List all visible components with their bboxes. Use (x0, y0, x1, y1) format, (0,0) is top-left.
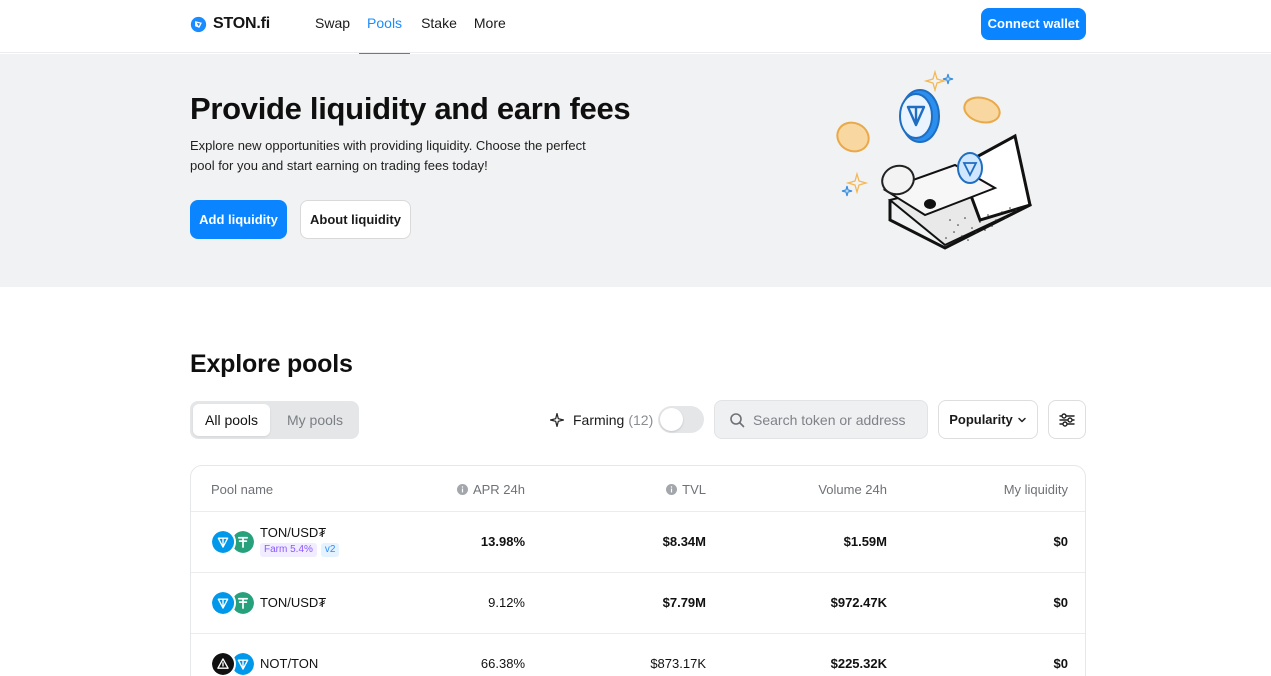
volume-value: $1.59M (843, 534, 887, 549)
token-pair-icons (210, 529, 258, 557)
my-liquidity-value: $0 (1053, 534, 1068, 549)
nav-more[interactable]: More (474, 0, 506, 53)
apr-value: 66.38% (480, 656, 525, 671)
explore-pools-title: Explore pools (190, 350, 353, 378)
about-liquidity-button[interactable]: About liquidity (300, 200, 411, 239)
tvl-value: $7.79M (662, 595, 706, 610)
volume-value: $225.32K (830, 656, 887, 671)
tab-all-pools[interactable]: All pools (193, 404, 270, 436)
farming-count: (12) (628, 412, 654, 428)
logo-text: STON.fi (213, 15, 270, 32)
pools-table: Pool name APR 24h TVL Volume 24h My liqu… (190, 465, 1086, 676)
table-row[interactable]: TON/USD₮ Farm 5.4% v2 13.98% $8.34M $1.5… (191, 512, 1085, 573)
hero-section: Provide liquidity and earn fees Explore … (0, 54, 1271, 287)
col-apr-label: APR 24h (472, 482, 525, 497)
info-icon (456, 484, 468, 495)
chevron-down-icon (1018, 417, 1026, 422)
hero-description: Explore new opportunities with providing… (190, 138, 586, 173)
add-liquidity-button[interactable]: Add liquidity (190, 200, 287, 239)
version-badge: v2 (320, 543, 340, 557)
nav-stake[interactable]: Stake (421, 0, 457, 53)
nav-pools[interactable]: Pools (359, 0, 411, 54)
pair-name: TON/USD₮ (260, 525, 327, 540)
filter-settings-button[interactable] (1048, 400, 1086, 439)
apr-value: 13.98% (480, 534, 525, 549)
col-tvl[interactable]: TVL (666, 482, 706, 497)
pair-name: NOT/TON (260, 656, 319, 671)
search-box[interactable] (714, 400, 928, 439)
connect-wallet-button[interactable]: Connect wallet (981, 8, 1086, 40)
sliders-icon (1059, 412, 1075, 427)
tvl-value: $8.34M (662, 534, 706, 549)
farming-toggle[interactable] (658, 406, 704, 433)
col-volume[interactable]: Volume 24h (818, 482, 887, 497)
my-liquidity-value: $0 (1053, 656, 1068, 671)
table-header: Pool name APR 24h TVL Volume 24h My liqu… (191, 466, 1085, 512)
apr-value: 9.12% (488, 595, 525, 610)
my-liquidity-value: $0 (1053, 595, 1068, 610)
farming-filter: Farming (12) (550, 409, 653, 431)
token-pair-icons (210, 590, 258, 618)
ston-logo-icon (190, 16, 207, 32)
not-icon (210, 651, 236, 676)
top-header: STON.fi Swap Pools Stake More Connect wa… (0, 0, 1271, 54)
sort-dropdown[interactable]: Popularity (938, 400, 1038, 439)
search-input[interactable] (753, 411, 923, 428)
pool-badges: Farm 5.4% v2 (260, 543, 340, 557)
info-icon (666, 484, 678, 495)
wallet-coins-illustration (836, 70, 1033, 250)
toggle-knob (660, 408, 683, 431)
logo[interactable]: STON.fi (190, 13, 270, 35)
ton-icon (210, 590, 236, 616)
col-apr[interactable]: APR 24h (456, 482, 525, 497)
main-nav: Swap Pools Stake More (315, 0, 523, 54)
table-row[interactable]: TON/USD₮ 9.12% $7.79M $972.47K $0 (191, 573, 1085, 634)
volume-value: $972.47K (830, 595, 887, 610)
ton-icon (210, 529, 236, 555)
table-row[interactable]: NOT/TON 66.38% $873.17K $225.32K $0 (191, 634, 1085, 676)
pools-segmented-control: All pools My pools (190, 401, 359, 439)
hero-title: Provide liquidity and earn fees (190, 91, 631, 126)
search-icon (730, 412, 745, 427)
col-tvl-label: TVL (682, 482, 706, 497)
sparkle-icon (550, 413, 564, 427)
sort-label: Popularity (949, 412, 1013, 427)
farm-badge: Farm 5.4% (260, 543, 317, 557)
pair-name: TON/USD₮ (260, 595, 327, 610)
tvl-value: $873.17K (650, 656, 706, 671)
farming-label: Farming (573, 412, 625, 428)
col-pool-name[interactable]: Pool name (211, 482, 273, 497)
col-my-liquidity[interactable]: My liquidity (1004, 482, 1068, 497)
tab-my-pools[interactable]: My pools (274, 404, 356, 436)
token-pair-icons (210, 651, 258, 676)
nav-swap[interactable]: Swap (315, 0, 350, 53)
